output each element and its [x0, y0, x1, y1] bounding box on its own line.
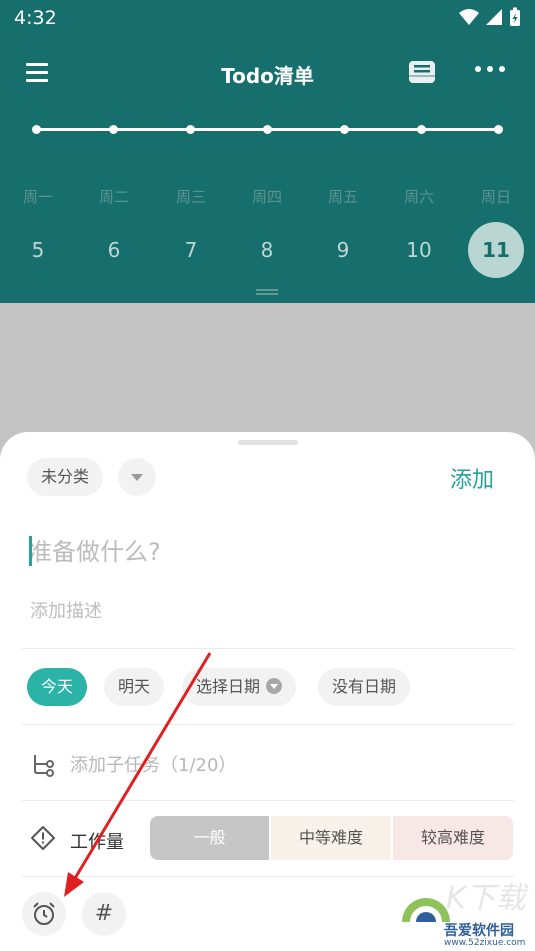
status-bar: 4:32: [0, 0, 535, 38]
date-option-today[interactable]: 今天: [27, 668, 88, 706]
add-subtask-label: 添加子任务（1/20）: [70, 755, 237, 776]
watermark-text: 吾爱软件园: [444, 923, 514, 939]
date-option-no-date[interactable]: 没有日期: [318, 668, 411, 706]
timeline-dot: [185, 124, 195, 134]
date-cell[interactable]: 7: [163, 222, 219, 278]
subtask-tree-icon: [34, 755, 54, 777]
task-description-input[interactable]: 添加描述: [30, 597, 102, 623]
more-horizontal-icon[interactable]: [475, 66, 511, 76]
calendar-drag-handle[interactable]: [256, 289, 278, 295]
weekday-label: 周日: [480, 188, 511, 206]
alarm-clock-icon: [33, 902, 55, 925]
workload-option-medium[interactable]: 中等难度: [271, 816, 391, 860]
timeline-dot: [416, 124, 426, 134]
add-subtask-row[interactable]: 添加子任务（1/20）: [0, 744, 535, 784]
week-timeline: [31, 124, 503, 134]
workload-option-normal[interactable]: 一般: [150, 816, 269, 860]
timeline-dot: [31, 124, 41, 134]
status-time: 4:32: [14, 7, 57, 29]
category-chip[interactable]: 未分类: [27, 458, 104, 496]
task-title-input[interactable]: 准备做什么?: [28, 532, 498, 572]
hashtag-icon: #: [94, 901, 114, 926]
date-cell[interactable]: 5: [10, 222, 66, 278]
weekday-label: 周三: [175, 188, 206, 206]
battery-icon: [510, 7, 520, 26]
chevron-down-icon: [266, 677, 283, 694]
watermark-url: www.52zixue.com: [444, 938, 526, 948]
divider: [22, 800, 514, 801]
workload-label: 工作量: [70, 832, 124, 853]
divider: [22, 724, 514, 725]
timeline-dot: [339, 124, 349, 134]
sheet-drag-handle[interactable]: [238, 440, 298, 445]
app-header: 4:32 Todo清单 周一 周二 周三 周四 周五 周六 周日 5 6 7 8…: [0, 0, 535, 303]
weekday-label: 周一: [22, 188, 53, 206]
weekday-label: 周五: [327, 188, 358, 206]
watermark: K下载 吾爱软件园 www.52zixue.com: [398, 872, 535, 951]
app-title: Todo清单: [221, 64, 314, 88]
date-option-pick-date[interactable]: 选择日期: [182, 668, 297, 706]
timeline-dot: [262, 124, 272, 134]
text-caret: [29, 536, 32, 566]
timeline-dot: [108, 124, 118, 134]
date-cell[interactable]: 6: [86, 222, 142, 278]
status-icons: [459, 7, 521, 27]
date-row: 5 6 7 8 9 10 11: [0, 222, 535, 278]
divider: [22, 648, 514, 649]
weekday-row: 周一 周二 周三 周四 周五 周六 周日: [0, 186, 535, 206]
watermark-logo-icon: K下载: [402, 881, 530, 922]
weekday-label: 周六: [403, 188, 434, 206]
app-bar: Todo清单: [0, 50, 535, 96]
weekday-label: 周四: [251, 188, 282, 206]
archive-box-icon[interactable]: [406, 58, 438, 86]
warning-diamond-icon: [31, 826, 55, 850]
add-button[interactable]: 添加: [450, 462, 494, 494]
wifi-icon: [459, 9, 479, 25]
watermark-logo-text: K下载: [446, 881, 530, 916]
reminder-button[interactable]: [22, 892, 66, 936]
date-cell[interactable]: 8: [239, 222, 295, 278]
signal-icon: [486, 9, 502, 25]
workload-option-hard[interactable]: 较高难度: [393, 816, 513, 860]
tag-button[interactable]: #: [82, 892, 126, 936]
timeline-dot: [493, 124, 503, 134]
chevron-down-icon: [131, 474, 143, 481]
date-option-tomorrow[interactable]: 明天: [104, 668, 165, 706]
date-option-pick-date-label: 选择日期: [196, 677, 261, 696]
category-dropdown-button[interactable]: [118, 458, 156, 496]
date-cell[interactable]: 10: [391, 222, 447, 278]
weekday-label: 周二: [98, 188, 129, 206]
date-cell-selected[interactable]: 11: [468, 222, 524, 278]
date-cell[interactable]: 9: [315, 222, 371, 278]
